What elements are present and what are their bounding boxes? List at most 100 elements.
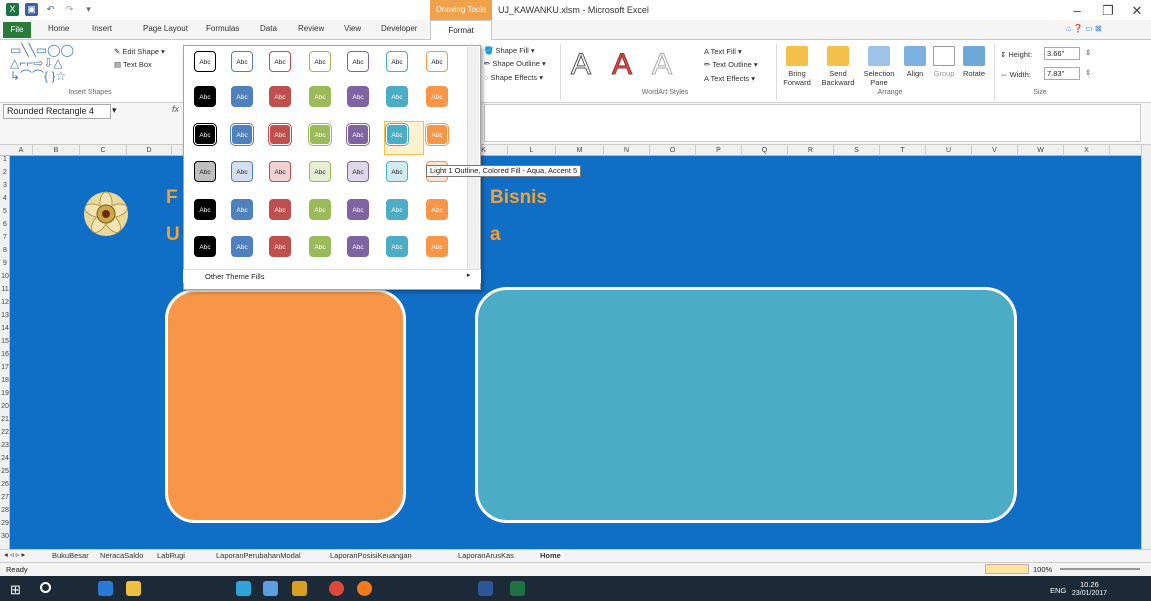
- column-header[interactable]: S: [834, 145, 880, 156]
- save-icon[interactable]: ▣: [25, 3, 38, 16]
- column-header[interactable]: C: [80, 145, 127, 156]
- text-box-button[interactable]: ▤ Text Box: [114, 60, 152, 69]
- style-swatch[interactable]: Abc: [426, 124, 448, 145]
- redo-icon[interactable]: ↷: [63, 3, 76, 16]
- style-swatch[interactable]: Abc: [194, 124, 216, 145]
- rotate-button[interactable]: Rotate: [960, 46, 988, 78]
- column-header[interactable]: M: [556, 145, 604, 156]
- row-header[interactable]: 6: [0, 221, 10, 228]
- style-swatch[interactable]: Abc: [386, 199, 408, 220]
- edit-shape-button[interactable]: ✎ Edit Shape ▾: [114, 47, 165, 56]
- tab-formulas[interactable]: Formulas: [206, 24, 239, 33]
- style-swatch[interactable]: Abc: [426, 236, 448, 257]
- sheet-tab[interactable]: NeracaSaldo: [100, 551, 143, 560]
- shape-fill-button[interactable]: 🪣 Shape Fill ▾: [484, 46, 535, 55]
- row-header[interactable]: 19: [0, 390, 10, 397]
- function-icon[interactable]: fx: [172, 104, 179, 114]
- row-header[interactable]: 12: [0, 299, 10, 306]
- sheet-tab[interactable]: LaporanPerubahanModal: [216, 551, 301, 560]
- width-spinner[interactable]: ⇳: [1085, 68, 1091, 77]
- text-effects-button[interactable]: A Text Effects ▾: [704, 74, 755, 83]
- column-header[interactable]: N: [604, 145, 650, 156]
- style-swatch[interactable]: Abc: [309, 236, 331, 257]
- height-field[interactable]: 3.66": [1044, 47, 1080, 60]
- row-header[interactable]: 14: [0, 325, 10, 332]
- column-header[interactable]: O: [650, 145, 696, 156]
- style-swatch[interactable]: Abc: [194, 199, 216, 220]
- row-header[interactable]: 8: [0, 247, 10, 254]
- style-swatch[interactable]: Abc: [347, 199, 369, 220]
- row-header[interactable]: 7: [0, 234, 10, 241]
- tab-view[interactable]: View: [344, 24, 361, 33]
- column-header[interactable]: R: [788, 145, 834, 156]
- style-swatch[interactable]: Abc: [309, 51, 331, 72]
- wordart-style-1[interactable]: A: [570, 49, 591, 80]
- tab-format[interactable]: Format: [430, 20, 492, 41]
- selection-pane-button[interactable]: Selection Pane: [862, 46, 896, 87]
- tab-developer[interactable]: Developer: [381, 24, 417, 33]
- language-indicator[interactable]: ENG: [1050, 586, 1066, 595]
- style-swatch[interactable]: Abc: [231, 124, 253, 145]
- close-icon[interactable]: ✕: [1128, 3, 1146, 19]
- shape-gallery-icon[interactable]: ▭╲╲▭◯◯ △⌐⌐⇨⇩△ ↳⌒⌒{ }☆: [10, 44, 110, 84]
- sheet-tab[interactable]: LaporanArusKas: [458, 551, 514, 560]
- column-header[interactable]: W: [1018, 145, 1064, 156]
- style-swatch[interactable]: Abc: [386, 86, 408, 107]
- row-header[interactable]: 18: [0, 377, 10, 384]
- column-header[interactable]: U: [926, 145, 972, 156]
- sheet-tab[interactable]: LaporanPosisiKeuangan: [330, 551, 412, 560]
- chrome-icon[interactable]: [329, 581, 344, 596]
- shape-outline-button[interactable]: ✏ Shape Outline ▾: [484, 59, 546, 68]
- column-header[interactable]: P: [696, 145, 742, 156]
- style-swatch[interactable]: Abc: [194, 161, 216, 182]
- customize-qat-icon[interactable]: ▾: [82, 3, 95, 16]
- row-header[interactable]: 9: [0, 260, 10, 267]
- style-swatch[interactable]: Abc: [231, 86, 253, 107]
- search-icon[interactable]: [40, 582, 51, 593]
- style-swatch[interactable]: Abc: [386, 124, 408, 145]
- row-header[interactable]: 13: [0, 312, 10, 319]
- app-icon[interactable]: [236, 581, 251, 596]
- style-swatch[interactable]: Abc: [309, 124, 331, 145]
- style-swatch[interactable]: Abc: [194, 86, 216, 107]
- group-button[interactable]: Group: [930, 46, 958, 78]
- word-icon[interactable]: [478, 581, 493, 596]
- text-fill-button[interactable]: A Text Fill ▾: [704, 47, 742, 56]
- row-header[interactable]: 17: [0, 364, 10, 371]
- width-field[interactable]: 7.83": [1044, 67, 1080, 80]
- style-swatch[interactable]: Abc: [386, 236, 408, 257]
- rounded-rectangle-orange[interactable]: [165, 289, 406, 523]
- style-swatch[interactable]: Abc: [426, 199, 448, 220]
- minimize-icon[interactable]: –: [1068, 3, 1086, 18]
- style-swatch[interactable]: Abc: [426, 86, 448, 107]
- style-swatch[interactable]: Abc: [347, 236, 369, 257]
- style-swatch[interactable]: Abc: [347, 86, 369, 107]
- row-header[interactable]: 30: [0, 533, 10, 540]
- row-header[interactable]: 28: [0, 507, 10, 514]
- row-header[interactable]: 11: [0, 286, 10, 293]
- column-header[interactable]: B: [33, 145, 80, 156]
- height-spinner[interactable]: ⇳: [1085, 48, 1091, 57]
- tab-insert[interactable]: Insert: [92, 24, 112, 33]
- style-swatch[interactable]: Abc: [269, 236, 291, 257]
- text-outline-button[interactable]: ✏ Text Outline ▾: [704, 60, 758, 69]
- row-header[interactable]: 4: [0, 195, 10, 202]
- app-icon[interactable]: [263, 581, 278, 596]
- wordart-style-3[interactable]: A: [651, 49, 672, 80]
- row-header[interactable]: 16: [0, 351, 10, 358]
- sheet-tab[interactable]: BukuBesar: [52, 551, 89, 560]
- row-header[interactable]: 15: [0, 338, 10, 345]
- style-swatch[interactable]: Abc: [269, 51, 291, 72]
- start-icon[interactable]: ⊞: [10, 582, 25, 597]
- column-header[interactable]: A: [10, 145, 33, 156]
- column-header[interactable]: D: [127, 145, 172, 156]
- row-header[interactable]: 1: [0, 156, 10, 163]
- row-header[interactable]: 20: [0, 403, 10, 410]
- sheet-tab[interactable]: LabRugi: [157, 551, 185, 560]
- gallery-scrollbar[interactable]: [467, 47, 479, 270]
- edge-icon[interactable]: [98, 581, 113, 596]
- view-buttons[interactable]: [985, 564, 1029, 574]
- app-icon[interactable]: [292, 581, 307, 596]
- tab-page-layout[interactable]: Page Layout: [143, 24, 188, 33]
- style-swatch[interactable]: Abc: [309, 161, 331, 182]
